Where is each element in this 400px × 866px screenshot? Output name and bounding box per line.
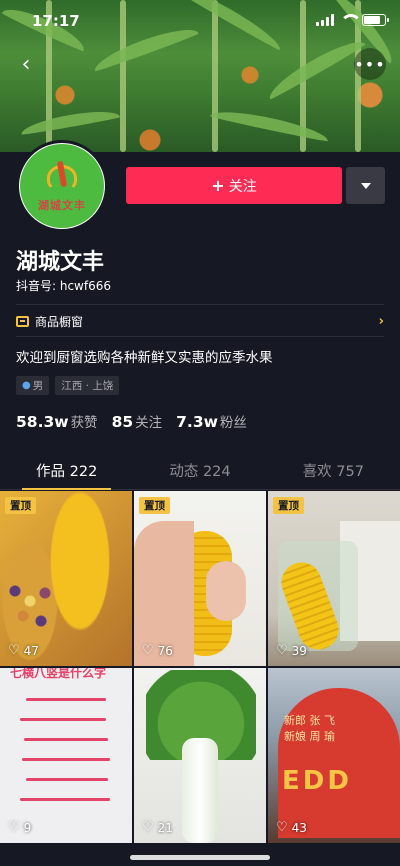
- heart-outline-icon: ♡: [142, 643, 154, 658]
- video-sign-text: EDD: [282, 766, 352, 796]
- video-thumbnail[interactable]: 新郎 张 飞 新娘 周 瑜 EDD ♡ 43: [268, 668, 400, 843]
- follow-button[interactable]: + 关注: [126, 167, 342, 204]
- product-showcase-row[interactable]: 商品橱窗 ›: [16, 306, 384, 336]
- divider: [16, 304, 384, 305]
- video-likes: ♡ 39: [276, 643, 307, 658]
- location-label: 江西 · 上饶: [61, 380, 114, 392]
- cellular-signal-icon: [316, 14, 334, 26]
- tab-activity[interactable]: 动态 224: [133, 452, 266, 489]
- pinned-badge: 置顶: [139, 497, 170, 514]
- likes-label: 获赞: [70, 415, 98, 431]
- profile-stats: 58.3w 获赞 85 关注 7.3w 粉丝: [16, 411, 247, 431]
- content-tabs: 作品 222 动态 224 喜欢 757: [0, 452, 400, 490]
- location-tag: 江西 · 上饶: [55, 376, 120, 395]
- video-likes: ♡ 21: [142, 820, 173, 835]
- shop-icon: [16, 315, 29, 327]
- heart-outline-icon: ♡: [276, 820, 288, 835]
- video-likes: ♡ 47: [8, 643, 39, 658]
- more-options-button[interactable]: •••: [354, 48, 386, 80]
- status-bar: 17:17: [0, 0, 400, 44]
- gender-tag: ● 男: [16, 376, 50, 395]
- video-like-count: 9: [23, 820, 32, 835]
- video-thumbnail[interactable]: 置顶 ♡ 39: [268, 491, 400, 666]
- status-time: 17:17: [32, 12, 80, 30]
- battery-icon: [362, 14, 389, 26]
- heart-outline-icon: ♡: [276, 643, 288, 658]
- video-like-count: 43: [291, 820, 307, 835]
- followers-count: 7.3w: [176, 413, 218, 431]
- back-arrow-icon: ‹: [21, 51, 31, 77]
- video-likes: ♡ 76: [142, 643, 173, 658]
- video-thumbnail[interactable]: ♡ 21: [134, 668, 266, 843]
- wheat-sun-logo-icon: [39, 159, 85, 193]
- likes-count: 58.3w: [16, 413, 69, 431]
- tab-works[interactable]: 作品 222: [0, 452, 133, 490]
- avatar[interactable]: 湖城文丰: [16, 140, 108, 232]
- douyin-id: 抖音号: hcwf666: [16, 279, 112, 293]
- heart-outline-icon: ♡: [8, 643, 20, 658]
- chevron-right-icon: ›: [378, 313, 384, 329]
- plus-icon: +: [211, 176, 225, 195]
- more-dots-icon: •••: [354, 54, 386, 74]
- video-like-count: 47: [23, 643, 39, 658]
- followers-label: 粉丝: [219, 415, 247, 431]
- caret-down-icon: [360, 182, 371, 189]
- wifi-icon: [340, 14, 362, 26]
- divider: [16, 336, 384, 337]
- video-like-count: 21: [157, 820, 173, 835]
- video-likes: ♡ 43: [276, 820, 307, 835]
- video-thumbnail[interactable]: 置顶 ♡ 47: [0, 491, 132, 666]
- following-count: 85: [111, 413, 134, 431]
- following-stat[interactable]: 85 关注: [112, 411, 163, 431]
- video-like-count: 39: [291, 643, 307, 658]
- pinned-badge: 置顶: [273, 497, 304, 514]
- video-thumbnail[interactable]: 置顶 ♡ 76: [134, 491, 266, 666]
- status-icons: [316, 14, 389, 26]
- profile-bio: 欢迎到厨窗选购各种新鲜又实惠的应季水果: [16, 350, 273, 366]
- likes-stat[interactable]: 58.3w 获赞: [16, 411, 98, 431]
- profile-tags: ● 男 江西 · 上饶: [16, 376, 120, 395]
- follow-label: 关注: [228, 178, 257, 195]
- home-indicator[interactable]: [130, 855, 270, 860]
- video-overlay-text: 新郎 张 飞 新娘 周 瑜: [284, 714, 335, 743]
- video-thumbnail[interactable]: 七横八竖是什么字 ♡ 9: [0, 668, 132, 843]
- person-icon: ●: [22, 380, 31, 391]
- tab-likes[interactable]: 喜欢 757: [267, 452, 400, 489]
- avatar-logo-text: 湖城文丰: [38, 199, 86, 212]
- gender-label: 男: [32, 380, 44, 392]
- video-likes: ♡ 9: [8, 820, 31, 835]
- recommend-dropdown-button[interactable]: [346, 167, 385, 204]
- video-header-text: 七横八竖是什么字: [10, 668, 107, 680]
- avatar-logo-badge: 湖城文丰: [20, 144, 104, 228]
- video-like-count: 76: [157, 643, 173, 658]
- followers-stat[interactable]: 7.3w 粉丝: [176, 411, 247, 431]
- heart-outline-icon: ♡: [142, 820, 154, 835]
- following-label: 关注: [135, 415, 163, 431]
- heart-outline-icon: ♡: [8, 820, 20, 835]
- video-grid: 置顶 ♡ 47 置顶 ♡ 76 置顶 ♡ 39 七横八竖是什么字 ♡ 9 ♡ 2…: [0, 491, 400, 843]
- product-showcase-label: 商品橱窗: [35, 314, 84, 329]
- profile-name: 湖城文丰: [16, 250, 105, 275]
- back-button[interactable]: ‹: [10, 48, 42, 80]
- pinned-badge: 置顶: [5, 497, 36, 514]
